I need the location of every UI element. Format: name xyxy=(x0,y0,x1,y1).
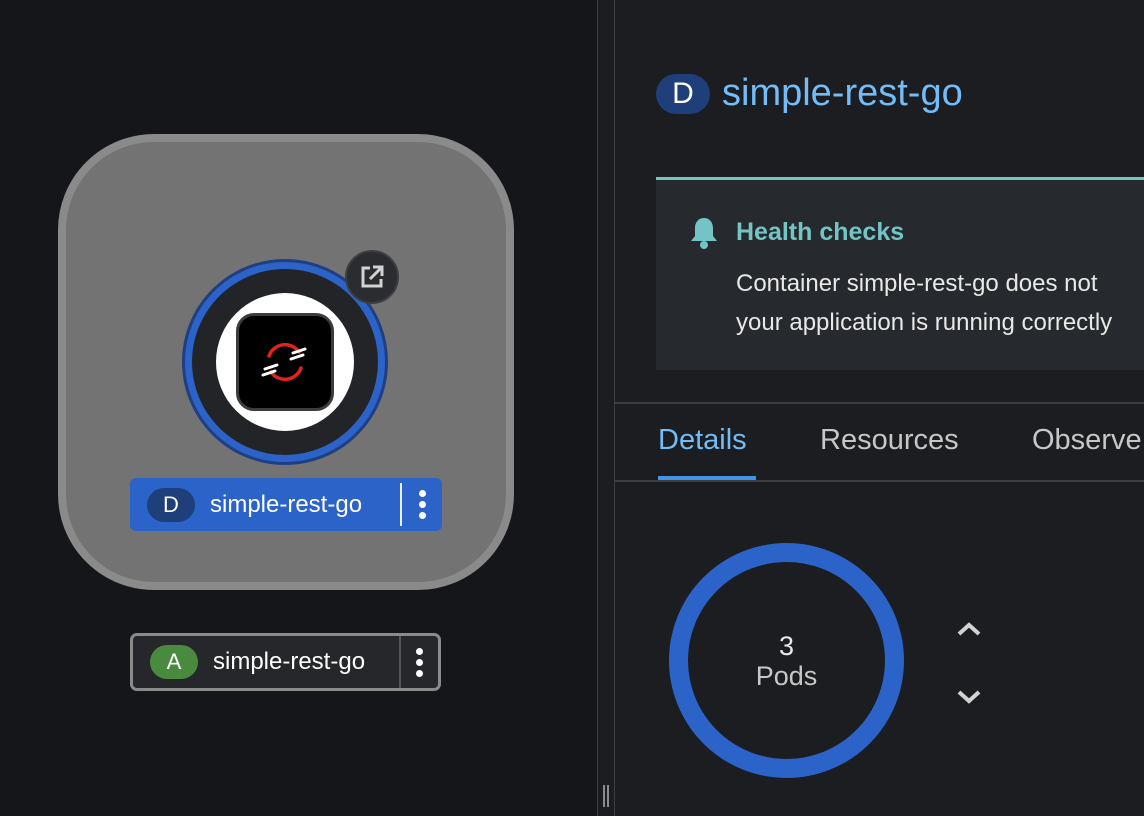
pod-count-donut: 3 Pods xyxy=(669,543,904,778)
details-side-panel: D simple-rest-go Health checks Container… xyxy=(615,0,1144,816)
deployment-badge: D xyxy=(656,73,710,114)
scale-down-chevron-icon[interactable] xyxy=(954,686,984,708)
openshift-logo-icon[interactable] xyxy=(236,313,334,411)
tab-details[interactable]: Details xyxy=(658,424,747,457)
tab-resources[interactable]: Resources xyxy=(820,424,959,457)
health-checks-alert: Health checks Container simple-rest-go d… xyxy=(656,177,1144,370)
alert-line: your application is running correctly xyxy=(736,309,1113,336)
kebab-menu-icon[interactable] xyxy=(402,478,442,531)
alert-title: Health checks xyxy=(736,218,905,246)
deployment-badge: D xyxy=(147,487,195,522)
scale-up-chevron-icon[interactable] xyxy=(954,618,984,640)
application-group-label[interactable]: A simple-rest-go xyxy=(130,633,441,691)
tabs-bottom-border xyxy=(615,480,1144,482)
panel-tabs: Details Resources Observe xyxy=(615,404,1144,480)
pod-unit-label: Pods xyxy=(755,660,818,691)
panel-header: D simple-rest-go xyxy=(656,72,963,115)
resize-grip-icon[interactable] xyxy=(603,785,611,807)
deployment-node-label[interactable]: D simple-rest-go xyxy=(130,478,442,531)
alert-body: Container simple-rest-go does not your a… xyxy=(736,264,1112,342)
application-badge: A xyxy=(150,645,198,679)
deployment-node-name: simple-rest-go xyxy=(210,490,363,518)
topology-canvas[interactable]: D simple-rest-go A simple-rest-go xyxy=(0,0,597,816)
tab-observe[interactable]: Observe xyxy=(1032,424,1142,457)
kebab-menu-icon[interactable] xyxy=(399,636,439,688)
bell-icon xyxy=(689,216,719,255)
pod-count: 3 xyxy=(778,630,795,661)
panel-title[interactable]: simple-rest-go xyxy=(722,72,963,115)
application-group-name: simple-rest-go xyxy=(213,648,366,675)
external-link-icon[interactable] xyxy=(345,250,399,304)
panel-resize-handle[interactable] xyxy=(597,0,615,816)
alert-line: Container simple-rest-go does not xyxy=(736,270,1098,297)
